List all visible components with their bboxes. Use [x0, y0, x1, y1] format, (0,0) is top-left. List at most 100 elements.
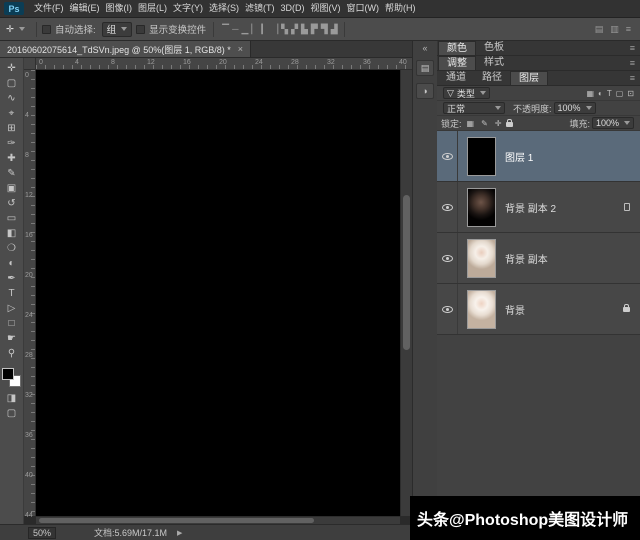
crop-tool[interactable]: ⊞ [1, 121, 23, 136]
layer-thumbnail[interactable] [467, 187, 496, 227]
blur-tool[interactable]: ❍ [1, 241, 23, 256]
menu-item[interactable]: 编辑(E) [67, 0, 103, 17]
menu-item[interactable]: 滤镜(T) [242, 0, 278, 17]
vertical-scrollbar-thumb[interactable] [403, 195, 410, 350]
panel-tab[interactable]: 路径 [474, 71, 510, 85]
show-transform-checkbox[interactable] [136, 24, 146, 34]
tool-preset-picker[interactable]: ✛ [0, 24, 31, 35]
history-brush-tool[interactable]: ↺ [1, 196, 23, 211]
menu-item[interactable]: 选择(S) [206, 0, 242, 17]
filter-shape-layers-icon[interactable]: ▢ [614, 89, 626, 98]
panel-list-icon[interactable]: ≡ [625, 19, 632, 40]
move-tool[interactable]: ✛ [1, 61, 23, 76]
lock-pixels-icon[interactable]: ✎ [479, 119, 490, 128]
close-icon[interactable]: × [238, 44, 243, 54]
menu-item[interactable]: 文字(Y) [170, 0, 206, 17]
pen-tool[interactable]: ✒ [1, 271, 23, 286]
color-swatches[interactable] [2, 368, 21, 387]
quick-select-tool[interactable]: ⌖ [1, 106, 23, 121]
document-tab[interactable]: 20160602075614_TdSVn.jpeg @ 50%(图层 1, RG… [0, 41, 252, 57]
lock-all-icon[interactable] [506, 118, 514, 127]
distribute-left-icon[interactable]: ▛ [310, 19, 319, 40]
eraser-tool[interactable]: ▭ [1, 211, 23, 226]
lasso-tool[interactable]: ∿ [1, 91, 23, 106]
align-left-edges-icon[interactable]: ▏ [250, 19, 259, 40]
panel-tab[interactable]: 调整 [438, 56, 476, 70]
menu-item[interactable]: 窗口(W) [344, 0, 383, 17]
marquee-tool[interactable]: ▢ [1, 76, 23, 91]
lock-transparency-icon[interactable]: ▦ [465, 119, 477, 128]
docked-panel-icon-1[interactable]: ▤ [416, 60, 434, 76]
workspace-grid-icon[interactable]: ▤ [594, 19, 605, 40]
workspace-columns-icon[interactable]: ▥ [609, 19, 620, 40]
layer-row[interactable]: 背景 副本 2 [437, 182, 640, 233]
collapse-dock-button[interactable]: « [422, 44, 427, 53]
layer-filter-kind-select[interactable]: ▽ 类型 [443, 87, 490, 99]
horizontal-scrollbar[interactable] [36, 516, 400, 524]
filter-adjustment-layers-icon[interactable]: ◐ [596, 89, 605, 98]
layer-thumbnail[interactable] [467, 289, 496, 329]
align-top-edges-icon[interactable]: ▔ [221, 19, 230, 40]
layer-visibility-toggle[interactable] [437, 182, 458, 232]
align-bottom-edges-icon[interactable]: ▁ [240, 19, 249, 40]
menu-item[interactable]: 图像(I) [103, 0, 136, 17]
eyedropper-tool[interactable]: ✑ [1, 136, 23, 151]
zoom-level-field[interactable]: 50% [28, 526, 57, 539]
panel-tab[interactable]: 样式 [476, 56, 512, 70]
distribute-right-icon[interactable]: ▟ [330, 19, 339, 40]
panel-tab[interactable]: 通道 [438, 71, 474, 85]
blend-mode-select[interactable]: 正常 [443, 102, 505, 114]
clone-stamp-tool[interactable]: ▣ [1, 181, 23, 196]
layer-row[interactable]: 背景 [437, 284, 640, 335]
lock-position-icon[interactable]: ✛ [493, 119, 504, 128]
horizontal-scrollbar-thumb[interactable] [39, 518, 314, 523]
layer-thumbnail[interactable] [467, 136, 496, 176]
quick-mask-button[interactable]: ◨ [1, 391, 23, 406]
opacity-input[interactable]: 100% [553, 102, 596, 114]
zoom-tool[interactable]: ⚲ [1, 346, 23, 361]
menu-item[interactable]: 视图(V) [308, 0, 344, 17]
filter-type-layers-icon[interactable]: T [605, 89, 614, 98]
auto-select-target-select[interactable]: 组 [101, 21, 133, 37]
distribute-bottom-icon[interactable]: ▙ [300, 19, 309, 40]
screen-mode-button[interactable]: ▢ [1, 406, 23, 421]
panel-tab[interactable]: 色板 [476, 41, 512, 55]
vertical-scrollbar[interactable] [400, 70, 412, 516]
foreground-color-swatch[interactable] [2, 368, 14, 380]
path-select-tool[interactable]: ▷ [1, 301, 23, 316]
align-horizontal-centers-icon[interactable]: ▎ [260, 19, 269, 40]
shape-tool[interactable]: □ [1, 316, 23, 331]
distribute-hcenter-icon[interactable]: ▜ [320, 19, 329, 40]
menu-item[interactable]: 帮助(H) [382, 0, 419, 17]
distribute-top-icon[interactable]: ▚ [280, 19, 289, 40]
healing-brush-tool[interactable]: ✚ [1, 151, 23, 166]
layer-visibility-toggle[interactable] [437, 131, 458, 181]
brush-tool[interactable]: ✎ [1, 166, 23, 181]
filter-pixel-layers-icon[interactable]: ▦ [584, 89, 596, 98]
align-vertical-centers-icon[interactable]: ─ [231, 19, 239, 40]
menu-item[interactable]: 文件(F) [31, 0, 67, 17]
hand-tool[interactable]: ☛ [1, 331, 23, 346]
type-tool[interactable]: T [1, 286, 23, 301]
panel-menu-icon[interactable]: ≡ [630, 73, 635, 83]
panel-tab[interactable]: 图层 [510, 71, 548, 85]
distribute-vcenter-icon[interactable]: ▞ [290, 19, 299, 40]
docked-panel-icon-2[interactable]: ◑ [416, 83, 434, 99]
layer-row[interactable]: 背景 副本 [437, 233, 640, 284]
panel-menu-icon[interactable]: ≡ [630, 58, 635, 68]
layer-visibility-toggle[interactable] [437, 233, 458, 283]
canvas-image[interactable] [36, 70, 400, 516]
menu-item[interactable]: 3D(D) [278, 0, 308, 17]
auto-select-checkbox[interactable] [41, 24, 51, 34]
fill-input[interactable]: 100% [591, 117, 634, 129]
document-viewport[interactable] [36, 70, 400, 516]
panel-tab[interactable]: 颜色 [438, 41, 476, 55]
panel-menu-icon[interactable]: ≡ [630, 43, 635, 53]
filter-smart-objects-icon[interactable]: ⊡ [625, 89, 636, 98]
menu-item[interactable]: 图层(L) [135, 0, 170, 17]
align-right-edges-icon[interactable]: ▕ [270, 19, 279, 40]
dodge-tool[interactable]: ◐ [1, 256, 23, 271]
gradient-tool[interactable]: ◧ [1, 226, 23, 241]
layer-thumbnail[interactable] [467, 238, 496, 278]
status-flyout-icon[interactable]: ▶ [177, 529, 182, 537]
